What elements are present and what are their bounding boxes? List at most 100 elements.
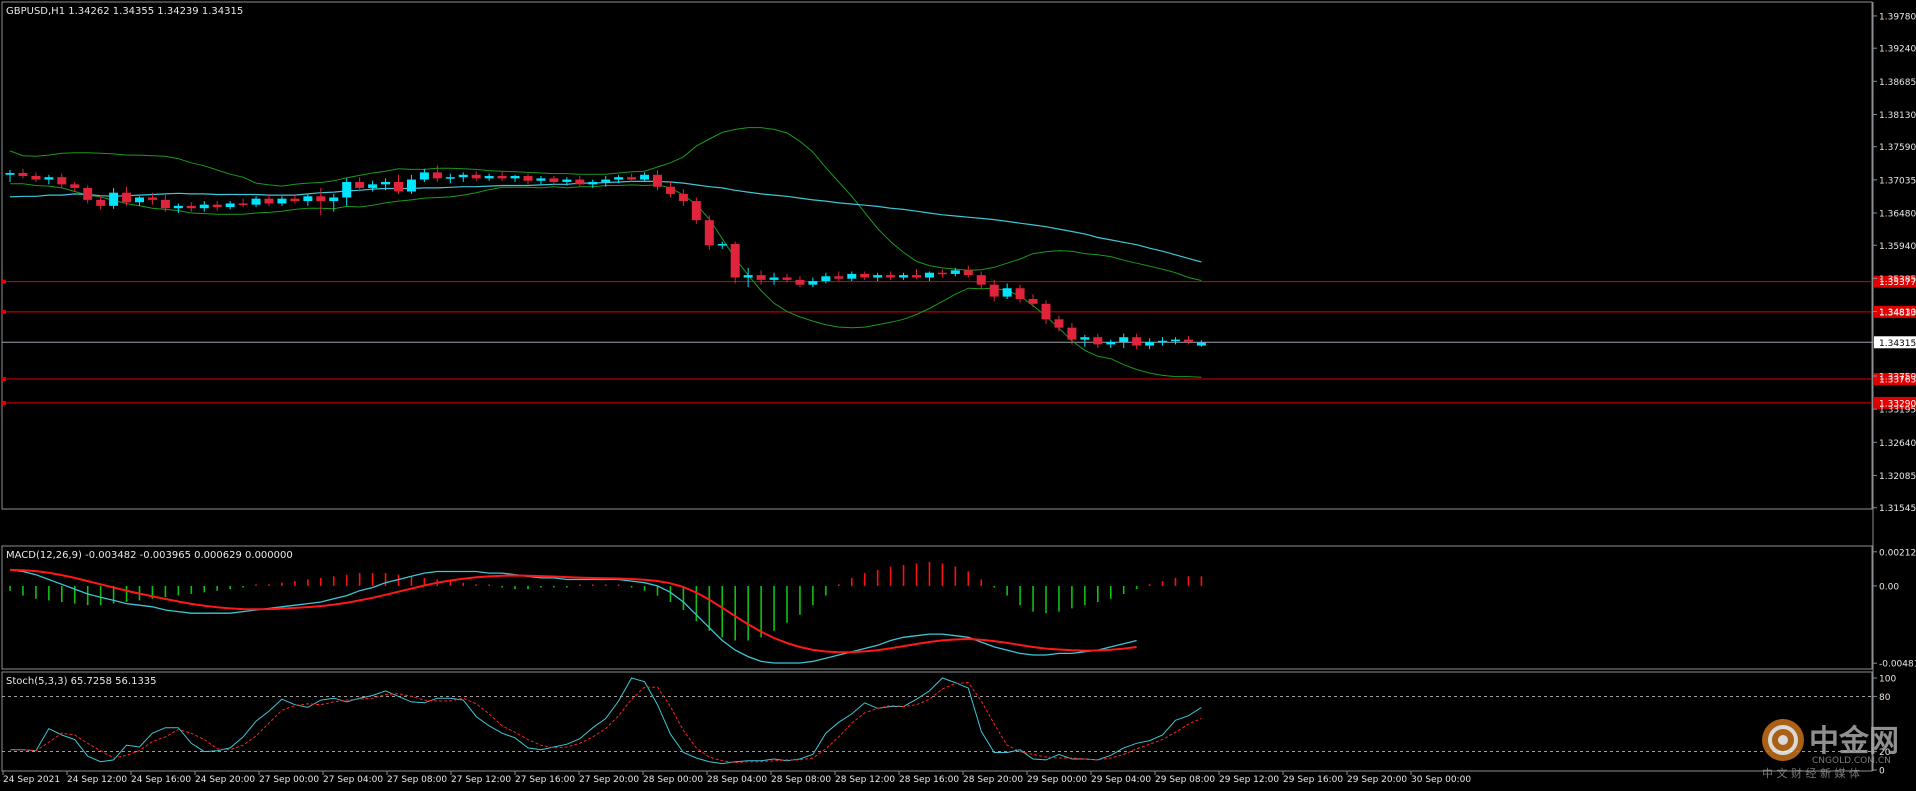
bear-candle (355, 181, 365, 188)
bollinger-upper-line (9, 127, 1202, 281)
moving-average-line (9, 180, 1202, 263)
time-tick-label: 27 Sep 16:00 (515, 775, 575, 785)
horizontal-lines: 1.353771.348131.337631.33290 (2, 275, 1916, 409)
bull-candle (381, 181, 391, 185)
bull-candle (1158, 340, 1168, 343)
bull-candle (445, 177, 455, 179)
bear-candle (186, 205, 196, 209)
time-tick-label: 27 Sep 04:00 (323, 775, 383, 785)
price-tick-label: 1.34315 (1879, 339, 1916, 349)
bollinger-lower-line (10, 183, 1202, 378)
price-tick-label: 1.35940 (1879, 242, 1916, 252)
bear-candle (316, 196, 326, 202)
bear-candle (730, 244, 740, 278)
bear-candle (1041, 303, 1051, 320)
time-axis: 24 Sep 2021 24 Sep 12:00 24 Sep 16:00 24 Se… (2, 771, 1471, 785)
price-tick-label: 1.37035 (1879, 176, 1916, 186)
time-tick-label: 29 Sep 20:00 (1347, 775, 1407, 785)
bull-candle (640, 174, 650, 180)
bull-candle (743, 275, 753, 278)
time-tick-label: 24 Sep 20:00 (195, 775, 255, 785)
bull-candle (5, 172, 15, 175)
hline-marker (2, 400, 6, 405)
bull-candle (251, 198, 261, 205)
bear-candle (18, 172, 28, 176)
bear-candle (31, 175, 41, 180)
bull-candle (225, 203, 235, 208)
bear-candle (691, 201, 701, 221)
bear-candle (1028, 298, 1038, 304)
bear-candle (795, 279, 805, 285)
chart-canvas[interactable]: 1.353771.348131.337631.33290 1.397801.39… (0, 0, 1916, 791)
stochastic-indicator: 10080200 (2, 675, 1896, 777)
price-tick-label: 1.34830 (1879, 308, 1916, 318)
bull-candle (109, 192, 119, 206)
macd-indicator: 0.002125 0.00 -0.004812 (9, 548, 1916, 670)
stoch-tick-label: 0 (1879, 767, 1885, 777)
bull-candle (588, 181, 598, 185)
price-tick-label: 1.31545 (1879, 504, 1916, 514)
bull-candle (368, 184, 378, 188)
price-tick-label: 1.33750 (1879, 373, 1916, 383)
macd-pane-frame (1, 545, 1873, 670)
price-tick-label: 1.39780 (1879, 12, 1916, 22)
bull-candle (484, 175, 494, 179)
bull-candle (510, 175, 520, 179)
cngold-brand-en: CNGOLD.COM.CN (1812, 756, 1891, 766)
macd-label: MACD(12,26,9) -0.003482 -0.003965 0.0006… (6, 550, 293, 561)
bull-candle (821, 276, 831, 282)
bear-candle (627, 177, 637, 180)
bull-candle (329, 197, 339, 202)
bear-candle (1183, 339, 1193, 342)
bear-candle (937, 272, 947, 275)
bear-candle (665, 186, 675, 194)
bull-candle (808, 281, 818, 285)
bull-candle (173, 205, 183, 209)
bear-candle (70, 184, 80, 188)
bull-candle (847, 273, 857, 279)
bull-candle (1196, 342, 1206, 346)
stoch-tick-label: 80 (1879, 693, 1891, 703)
candlesticks (5, 165, 1206, 350)
time-tick-label: 29 Sep 04:00 (1091, 775, 1151, 785)
hline-marker (2, 377, 6, 382)
macd-tick-label: 0.002125 (1879, 548, 1916, 558)
bear-candle (963, 270, 973, 276)
bear-candle (1132, 337, 1142, 346)
bear-candle (122, 192, 132, 203)
price-tick-label: 1.35385 (1879, 275, 1916, 285)
bull-candle (614, 177, 624, 180)
bear-candle (678, 193, 688, 202)
bear-candle (57, 177, 67, 185)
time-tick-label: 24 Sep 12:00 (67, 775, 127, 785)
time-tick-label: 28 Sep 08:00 (771, 775, 831, 785)
bull-candle (44, 177, 54, 180)
bear-candle (264, 198, 274, 204)
bull-candle (536, 178, 546, 181)
bear-candle (238, 203, 248, 205)
time-tick-label: 29 Sep 08:00 (1155, 775, 1215, 785)
bull-candle (899, 275, 909, 278)
price-tick-label: 1.33195 (1879, 406, 1916, 416)
bull-candle (406, 179, 416, 192)
bear-candle (83, 187, 93, 200)
bull-candle (1080, 337, 1090, 340)
bear-candle (497, 175, 507, 179)
bull-candle (924, 272, 934, 278)
time-tick-label: 24 Sep 2021 (3, 775, 60, 785)
bull-candle (873, 275, 883, 278)
time-tick-label: 27 Sep 08:00 (387, 775, 447, 785)
bear-candle (432, 172, 442, 179)
price-tick-label: 1.32085 (1879, 472, 1916, 482)
stoch-main-line (10, 677, 1202, 765)
bear-candle (523, 175, 533, 181)
bull-candle (458, 174, 468, 178)
bull-candle (277, 198, 287, 204)
price-tick-label: 1.38130 (1879, 111, 1916, 121)
bull-candle (1002, 288, 1012, 297)
bear-candle (834, 276, 844, 279)
time-tick-label: 27 Sep 20:00 (579, 775, 639, 785)
bear-candle (886, 275, 896, 278)
main-pane-frame (1, 1, 1873, 510)
macd-tick-label: -0.004812 (1879, 660, 1916, 670)
